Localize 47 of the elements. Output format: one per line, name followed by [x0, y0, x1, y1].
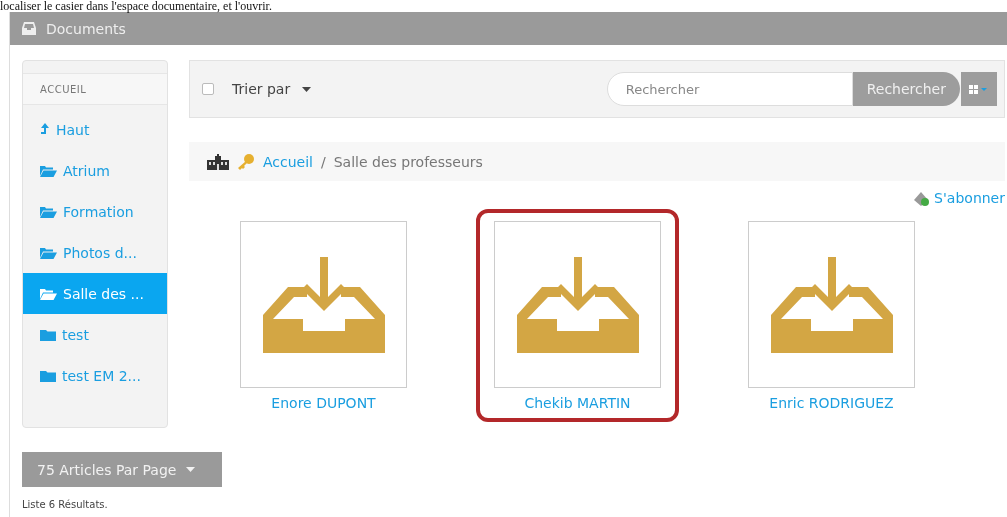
breadcrumb-current: Salle des professeurs	[333, 153, 483, 170]
inbox-icon	[22, 22, 36, 35]
sidebar-item[interactable]: Photos d...	[23, 232, 167, 273]
view-toggle-button[interactable]	[961, 72, 997, 106]
school-building-icon	[207, 153, 229, 170]
caption-text: localiser le casier dans l'espace documentaire, et l'ouvrir.	[0, 0, 272, 12]
inbox-download-icon	[262, 256, 385, 353]
inbox-download-icon	[770, 256, 893, 353]
caret-icon	[186, 467, 196, 472]
folder-name[interactable]: Enric RODRIGUEZ	[746, 395, 917, 411]
sidebar-item[interactable]: Salle des ...	[23, 273, 167, 314]
breadcrumb-separator: /	[321, 153, 326, 170]
select-all-checkbox[interactable]	[202, 83, 214, 95]
folder-icon	[40, 369, 56, 382]
inbox-download-icon	[516, 256, 639, 353]
key-icon	[237, 153, 255, 170]
folder-card[interactable]: Chekib MARTIN	[476, 209, 679, 422]
folder-open-icon	[40, 164, 57, 177]
folder-open-icon	[40, 287, 57, 300]
sidebar-item[interactable]: Formation	[23, 191, 167, 232]
subscribe-icon	[912, 190, 931, 206]
folder-icon	[40, 328, 56, 341]
result-count: Liste 6 Résultats.	[22, 499, 109, 510]
folder-card[interactable]: Enore DUPONT	[222, 209, 425, 422]
up-arrow-icon	[40, 123, 50, 136]
sort-dropdown[interactable]: Trier par	[232, 81, 312, 97]
per-page-dropdown[interactable]: 75 Articles Par Page	[22, 452, 222, 487]
sidebar-item[interactable]: test EM 2...	[23, 355, 167, 396]
folder-open-icon	[40, 205, 57, 218]
folder-tile[interactable]	[494, 221, 661, 388]
folder-name[interactable]: Chekib MARTIN	[492, 395, 663, 411]
caret-icon	[302, 86, 312, 92]
grid-icon	[969, 84, 989, 94]
folder-tile[interactable]	[240, 221, 407, 388]
search-button[interactable]: Rechercher	[852, 72, 960, 106]
folder-card[interactable]: Enric RODRIGUEZ	[730, 209, 933, 422]
sidebar-item[interactable]: Haut	[23, 109, 167, 150]
folder-tile[interactable]	[748, 221, 915, 388]
search-field[interactable]: Rechercher	[606, 72, 853, 106]
folder-name[interactable]: Enore DUPONT	[238, 395, 409, 411]
sidebar-item[interactable]: test	[23, 314, 167, 355]
panel-title: Documents	[46, 20, 126, 37]
folder-open-icon	[40, 246, 57, 259]
sidebar-item[interactable]: Atrium	[23, 150, 167, 191]
sidebar-heading: ACCUEIL	[23, 73, 167, 105]
subscribe-link[interactable]: S'abonner	[934, 190, 1005, 206]
breadcrumb-link[interactable]: Accueil	[263, 153, 313, 170]
